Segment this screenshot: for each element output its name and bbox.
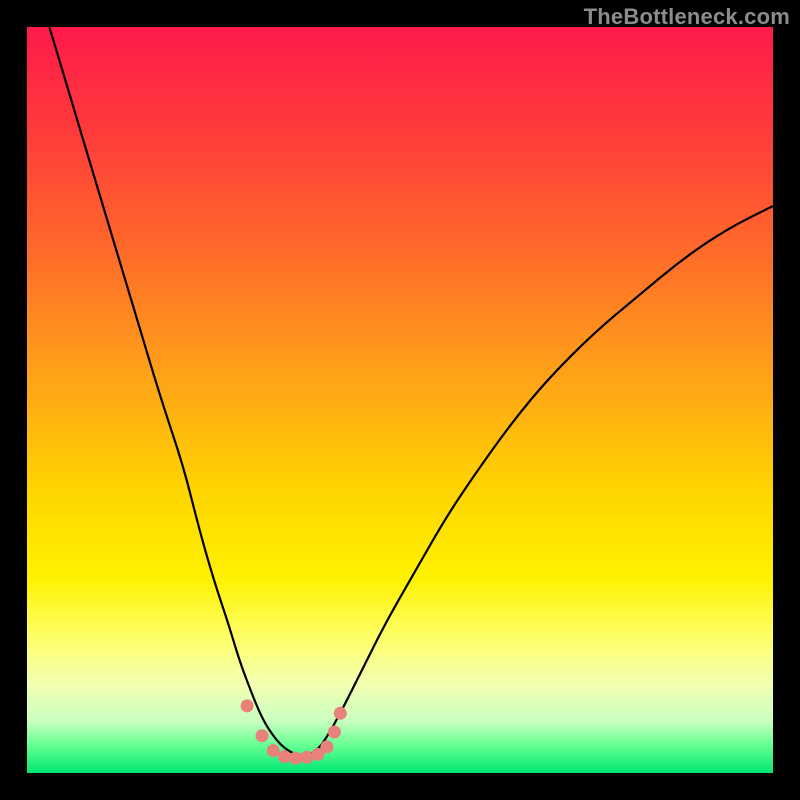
data-point: [334, 707, 347, 720]
data-point: [278, 750, 291, 763]
data-point: [328, 726, 341, 739]
watermark-text: TheBottleneck.com: [584, 4, 790, 30]
data-point: [256, 729, 269, 742]
data-point: [289, 752, 302, 765]
gradient-background: [27, 27, 773, 773]
data-point: [241, 699, 254, 712]
data-point: [267, 744, 280, 757]
chart-frame: TheBottleneck.com: [0, 0, 800, 800]
data-point: [320, 740, 333, 753]
data-point: [300, 751, 313, 764]
chart-svg: [27, 27, 773, 773]
plot-area: [27, 27, 773, 773]
